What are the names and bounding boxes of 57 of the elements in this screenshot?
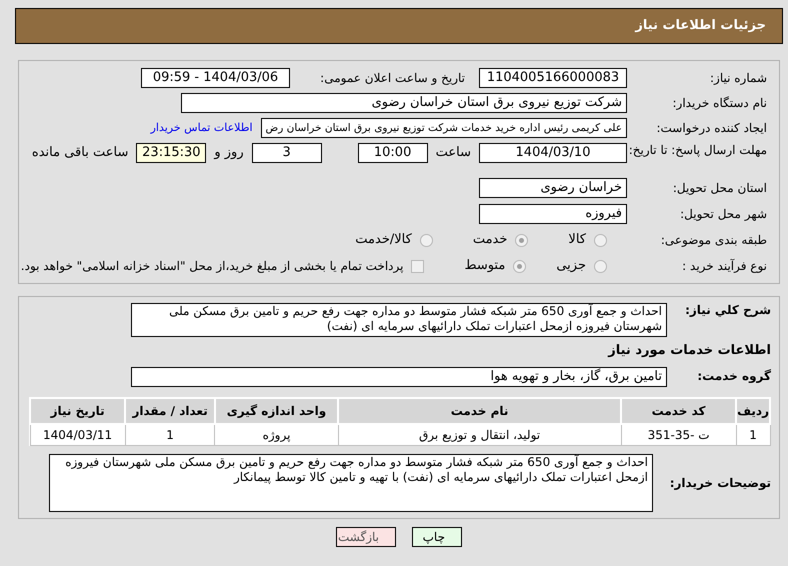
buyer-org-field[interactable]: شرکت توزیع نیروی برق استان خراسان رضوی <box>181 93 627 113</box>
city-field[interactable]: فیروزه <box>479 204 627 224</box>
days-label: روز و <box>214 144 244 162</box>
field-label: نام دستگاه خریدار: <box>672 96 767 110</box>
print-button[interactable]: چاپ <box>412 527 462 547</box>
field-label: استان محل تحویل: <box>672 180 767 196</box>
buyer-contact-link[interactable]: اطلاعات تماس خریدار <box>150 120 253 136</box>
field-label: ایجاد کننده درخواست: <box>655 120 767 136</box>
section-title: اطلاعات خدمات مورد نیاز <box>606 342 771 360</box>
radio-button[interactable] <box>515 234 528 246</box>
field-label: تاریخ و ساعت اعلان عمومی: <box>319 70 465 86</box>
radio-button[interactable] <box>420 234 433 246</box>
page-title: جزئیات اطلاعات نیاز <box>635 17 766 36</box>
field-label: شرح کلي نياز: <box>684 303 771 318</box>
radio-label: کالا/خدمت <box>355 231 412 250</box>
radio-label: جزیی <box>556 257 586 276</box>
days-field[interactable]: 3 <box>252 143 322 163</box>
remaining-label: ساعت باقی مانده <box>32 144 128 162</box>
table-cell: 1404/03/11 <box>30 424 126 446</box>
back-button[interactable]: بازگشت <box>336 527 396 547</box>
radio-button[interactable] <box>594 234 607 246</box>
radio-button[interactable] <box>594 260 607 272</box>
field-label: توضیحات خریدار: <box>668 476 771 490</box>
field-label: مهلت ارسال پاسخ: تا تاریخ: <box>628 143 767 158</box>
table-cell: 1 <box>125 424 215 446</box>
remaining-time-field[interactable]: 23:15:30 <box>136 143 206 163</box>
field-label: شهر محل تحویل: <box>679 206 767 222</box>
column-header: تاریخ نیاز <box>30 398 126 424</box>
payment-label: پرداخت تمام یا بخشی از مبلغ خرید،از محل "اسناد خزانه اسلامی" خواهد بود. <box>20 258 404 275</box>
table-cell: پروژه <box>214 424 338 446</box>
field-label: شماره نیاز: <box>709 70 767 86</box>
column-header: تعداد / مقدار <box>125 398 215 424</box>
column-header: ردیف <box>736 398 770 424</box>
need-number-field[interactable]: 1104005166000083 <box>479 68 627 88</box>
announce-date-field[interactable]: 1404/03/06 - 09:59 <box>141 68 290 88</box>
checkbox[interactable] <box>411 260 424 272</box>
table-cell: 1 <box>736 424 770 446</box>
requester-field[interactable]: علی کریمی رئیس اداره خرید خدمات شرکت توزیع نیروی برق استان خراسان رض <box>260 118 627 138</box>
field-label: گروه خدمت: <box>696 369 771 384</box>
radio-button[interactable] <box>513 260 526 272</box>
table-cell: ت -35-351 <box>621 424 736 446</box>
buyer-notes-textarea[interactable]: احداث و جمع آوری 650 متر شبکه فشار متوسط دو مداره جهت رفع حریم و تامین برق مسکن ملی شهرستان فیروزه ازمحل اعتبارات تملک دارائیهای سرمایه ای (نفت) با تهیه و تامین کالا توسط پیمانکار <box>49 454 653 512</box>
service-group-field[interactable]: تامین برق، گاز، بخار و تهویه هوا <box>131 366 667 386</box>
summary-textarea[interactable]: احداث و جمع آوری 650 متر شبکه فشار متوسط دو مداره جهت رفع حریم و تامین برق مسکن ملی شهرستان فیروزه ازمحل اعتبارات تملک دارائیهای سرمایه ای (نفت) <box>131 303 667 337</box>
radio-label: کالا <box>568 231 586 250</box>
field-label: طبقه بندی موضوعی: <box>660 232 767 248</box>
table-cell: تولید، انتقال و توزیع برق <box>338 424 622 446</box>
column-header: نام خدمت <box>338 398 622 424</box>
province-field[interactable]: خراسان رضوی <box>479 178 627 198</box>
deadline-time-field[interactable]: 10:00 <box>358 143 428 163</box>
field-label: نوع فرآیند خرید : <box>681 258 767 274</box>
column-header: کد خدمت <box>621 398 736 424</box>
radio-label: متوسط <box>464 257 506 276</box>
radio-label: خدمت <box>472 231 508 250</box>
deadline-date-field[interactable]: 1404/03/10 <box>479 143 627 163</box>
column-header: واحد اندازه گیری <box>214 398 338 424</box>
time-label: ساعت <box>436 144 471 162</box>
